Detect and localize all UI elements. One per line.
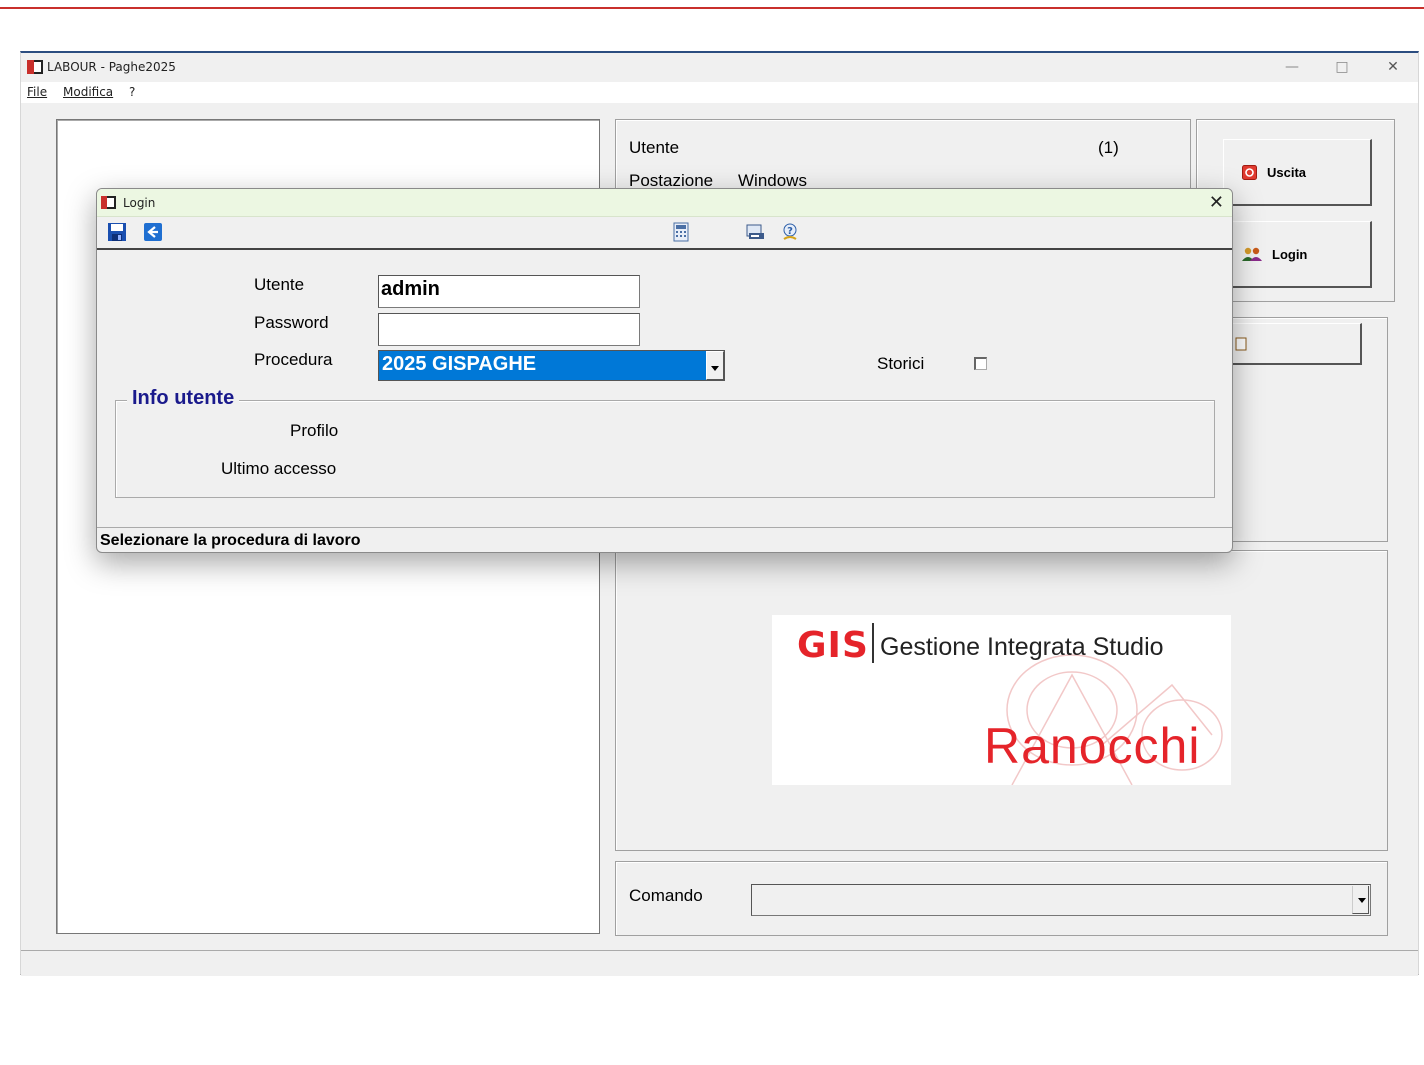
document-icon xyxy=(1235,337,1247,350)
procedura-value: 2025 GISPAGHE xyxy=(382,353,537,375)
ultimo-accesso-label: Ultimo accesso xyxy=(221,459,337,478)
uscita-button[interactable]: Uscita xyxy=(1223,139,1372,206)
close-button[interactable]: ✕ xyxy=(1370,55,1416,79)
dialog-status-bar: Selezionare la procedura di lavoro xyxy=(97,527,1232,552)
menu-bar: File Modifica ? xyxy=(21,82,1418,103)
utente-label: Utente xyxy=(254,275,305,294)
menu-help[interactable]: ? xyxy=(129,85,135,99)
print-icon[interactable] xyxy=(745,222,765,242)
app-icon xyxy=(27,60,43,74)
minimize-button[interactable]: — xyxy=(1269,55,1315,79)
main-status-bar xyxy=(21,950,1418,976)
logo-tagline: Gestione Integrata Studio xyxy=(880,633,1164,661)
info-utente-group xyxy=(115,400,1215,498)
uscita-label: Uscita xyxy=(1267,164,1307,180)
menu-modifica[interactable]: Modifica xyxy=(63,85,113,99)
dialog-toolbar: ? xyxy=(97,217,1232,250)
profilo-label: Profilo xyxy=(290,421,339,440)
comando-groupbox: Comando xyxy=(615,861,1388,936)
procedura-select[interactable]: 2025 GISPAGHE xyxy=(378,350,725,381)
info-groupbox: Utente (1) Postazione Windows xyxy=(615,119,1191,190)
logo-divider xyxy=(872,623,874,663)
password-field[interactable] xyxy=(378,313,640,346)
chevron-down-icon[interactable] xyxy=(1352,886,1369,914)
help-icon[interactable]: ? xyxy=(780,222,800,242)
dialog-close-button[interactable]: ✕ xyxy=(1209,192,1224,213)
storici-checkbox[interactable] xyxy=(974,357,987,370)
menu-file[interactable]: File xyxy=(27,85,47,99)
procedura-label: Procedura xyxy=(254,350,333,369)
company-logo: GIS Gestione Integrata Studio Ranocchi xyxy=(772,615,1231,785)
utente-info-label: Utente xyxy=(629,138,680,157)
maximize-button[interactable]: □ xyxy=(1319,55,1365,79)
save-icon[interactable] xyxy=(107,222,127,242)
gis-brand: GIS xyxy=(797,625,869,666)
svg-text:?: ? xyxy=(787,226,793,237)
login-dialog: Login ✕ ? Utente admin Password Procedur… xyxy=(96,188,1233,553)
exit-icon xyxy=(1242,164,1257,180)
status-text: Selezionare la procedura di lavoro xyxy=(100,532,361,549)
login-button[interactable]: Login xyxy=(1223,221,1372,288)
ranocchi-logo-text: Ranocchi xyxy=(984,718,1201,774)
utente-field[interactable]: admin xyxy=(378,275,640,308)
hidden-action-button[interactable] xyxy=(1214,323,1362,365)
login-label: Login xyxy=(1272,246,1308,262)
login-dialog-title: Login xyxy=(123,196,156,210)
users-icon xyxy=(1242,247,1262,261)
utente-value: admin xyxy=(381,278,440,300)
dialog-app-icon xyxy=(101,196,116,209)
login-dialog-titlebar[interactable]: Login ✕ xyxy=(97,189,1232,217)
comando-combo[interactable] xyxy=(751,884,1371,916)
window-title: LABOUR - Paghe2025 xyxy=(47,60,176,74)
comando-label: Comando xyxy=(629,886,703,905)
chevron-down-icon[interactable] xyxy=(706,351,724,380)
info-utente-title: Info utente xyxy=(127,387,240,410)
utente-info-value: (1) xyxy=(1098,138,1119,157)
storici-label: Storici xyxy=(877,354,925,373)
back-arrow-icon[interactable] xyxy=(143,222,163,242)
title-bar[interactable]: LABOUR - Paghe2025 — □ ✕ xyxy=(21,53,1418,81)
password-label: Password xyxy=(254,313,329,332)
calculator-icon[interactable] xyxy=(671,222,691,242)
top-accent-line xyxy=(0,7,1424,9)
